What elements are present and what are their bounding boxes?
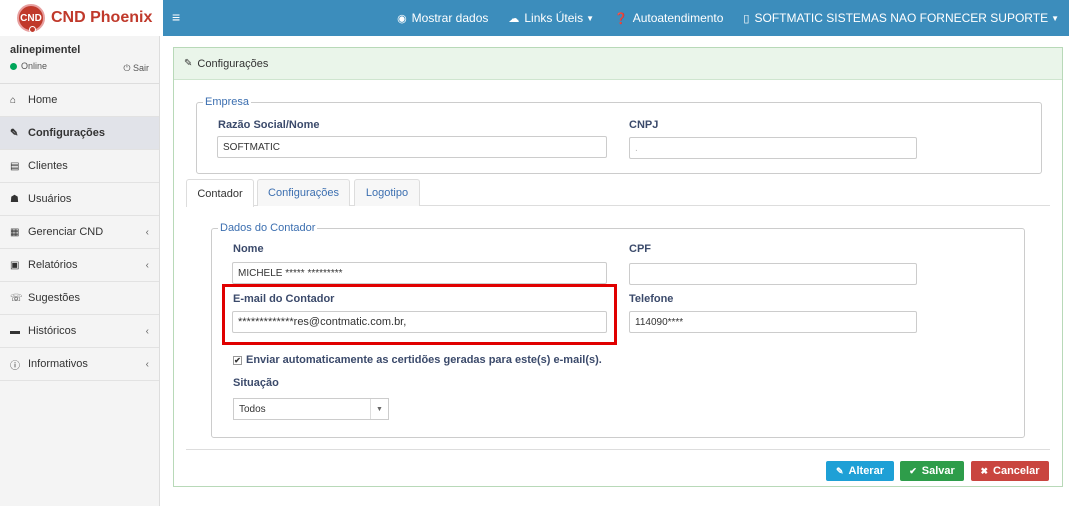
archive-icon: ▬ — [10, 325, 20, 337]
panel-title: Configurações — [197, 57, 269, 70]
sidebar-item-relatorios[interactable]: ▣ Relatórios ‹ — [0, 249, 159, 282]
cancelar-button[interactable]: ✖ Cancelar — [971, 461, 1049, 481]
user-icon: ☗ — [10, 193, 19, 205]
chat-icon: ☏ — [10, 292, 23, 304]
chevron-left-icon: ‹ — [145, 358, 149, 370]
pencil-icon: ✎ — [835, 465, 844, 476]
cpf-label: CPF — [629, 243, 651, 255]
user-name: alinepimentel — [10, 44, 81, 56]
chevron-left-icon: ‹ — [145, 226, 149, 238]
building-icon: ▯ — [743, 12, 750, 25]
alterar-button[interactable]: ✎ Alterar — [826, 461, 894, 481]
highlight-box — [222, 284, 617, 345]
empresa-legend: Empresa — [205, 96, 250, 108]
document-icon: ▤ — [10, 160, 20, 172]
sidebar: alinepimentel Online ⏻ Sair ⌂ Home ✎ Confi… — [0, 36, 160, 506]
user-panel: alinepimentel Online ⏻ Sair — [0, 36, 159, 84]
contador-legend: Dados do Contador — [220, 222, 316, 234]
sidebar-item-informativos[interactable]: ⓘ Informativos ‹ — [0, 348, 159, 381]
tab-contador[interactable]: Contador — [186, 179, 254, 207]
wrench-icon: ✎ — [10, 127, 19, 139]
panel-header: ✎ Configurações — [174, 48, 1062, 80]
situacao-select[interactable]: Todos ▼ — [233, 398, 389, 420]
sidebar-item-usuarios[interactable]: ☗ Usuários — [0, 183, 159, 216]
help-icon: ❓ — [613, 12, 628, 25]
calendar-icon: ▦ — [10, 226, 20, 238]
useful-links-dropdown[interactable]: ☁ Links Úteis ▼ — [508, 11, 594, 25]
razao-social-label: Razão Social/Nome — [218, 119, 320, 131]
cpf-input[interactable] — [629, 263, 917, 285]
telefone-input[interactable]: 114090**** — [629, 311, 917, 333]
cloud-icon: ☁ — [508, 12, 520, 25]
logout-link[interactable]: ⏻ Sair — [123, 63, 149, 74]
close-icon: ✖ — [980, 465, 989, 476]
nome-label: Nome — [233, 243, 264, 255]
eye-icon: ◉ — [397, 12, 407, 25]
online-dot-icon — [10, 62, 17, 70]
telefone-label: Telefone — [629, 293, 674, 305]
company-dropdown[interactable]: ▯ SOFTMATIC SISTEMAS NAO FORNECER SUPORT… — [743, 11, 1059, 25]
sidebar-item-historicos[interactable]: ▬ Históricos ‹ — [0, 315, 159, 348]
wrench-icon: ✎ — [184, 58, 193, 69]
auto-send-checkbox[interactable]: ✔ Enviar automaticamente as certidões ge… — [233, 354, 602, 366]
show-data-link[interactable]: ◉ Mostrar dados — [397, 11, 488, 25]
top-navbar: CND CND Phoenix ≡ ◉ Mostrar dados ☁ Link… — [0, 0, 1069, 36]
checkmark-icon: ✔ — [233, 355, 242, 365]
divider — [186, 449, 1050, 450]
logo-badge-icon: CND — [17, 4, 45, 33]
sidebar-item-sugestoes[interactable]: ☏ Sugestões — [0, 282, 159, 315]
menu-toggle-icon[interactable]: ≡ — [172, 9, 180, 25]
self-service-link[interactable]: ❓ Autoatendimento — [614, 11, 723, 25]
app-title: CND Phoenix — [51, 9, 153, 26]
sidebar-item-home[interactable]: ⌂ Home — [0, 84, 159, 117]
caret-down-icon: ▼ — [1051, 13, 1059, 23]
cnpj-label: CNPJ — [629, 119, 659, 131]
tab-logotipo[interactable]: Logotipo — [354, 179, 420, 206]
power-icon: ⏻ — [123, 63, 131, 73]
cnpj-input[interactable]: . — [629, 137, 917, 159]
empresa-fieldset: Empresa — [196, 96, 1042, 174]
salvar-button[interactable]: ✔ Salvar — [900, 461, 964, 481]
info-icon: ⓘ — [10, 360, 20, 372]
situacao-label: Situação — [233, 377, 279, 389]
sidebar-item-gerenciar-cnd[interactable]: ▦ Gerenciar CND ‹ — [0, 216, 159, 249]
nome-input[interactable]: MICHELE ***** ********* — [232, 262, 607, 284]
chevron-down-icon: ▼ — [370, 399, 388, 419]
app-logo[interactable]: CND CND Phoenix — [0, 0, 163, 36]
check-icon: ✔ — [909, 465, 917, 476]
report-icon: ▣ — [10, 259, 20, 271]
chevron-left-icon: ‹ — [145, 325, 149, 337]
caret-down-icon: ▼ — [586, 13, 594, 23]
chevron-left-icon: ‹ — [145, 259, 149, 271]
tab-bar: Contador Configurações Logotipo — [186, 179, 1050, 207]
sidebar-item-configuracoes[interactable]: ✎ Configurações — [0, 117, 159, 150]
tab-configuracoes[interactable]: Configurações — [257, 179, 350, 206]
razao-social-input[interactable]: SOFTMATIC — [217, 136, 607, 158]
home-icon: ⌂ — [10, 94, 17, 106]
sidebar-item-clientes[interactable]: ▤ Clientes — [0, 150, 159, 183]
